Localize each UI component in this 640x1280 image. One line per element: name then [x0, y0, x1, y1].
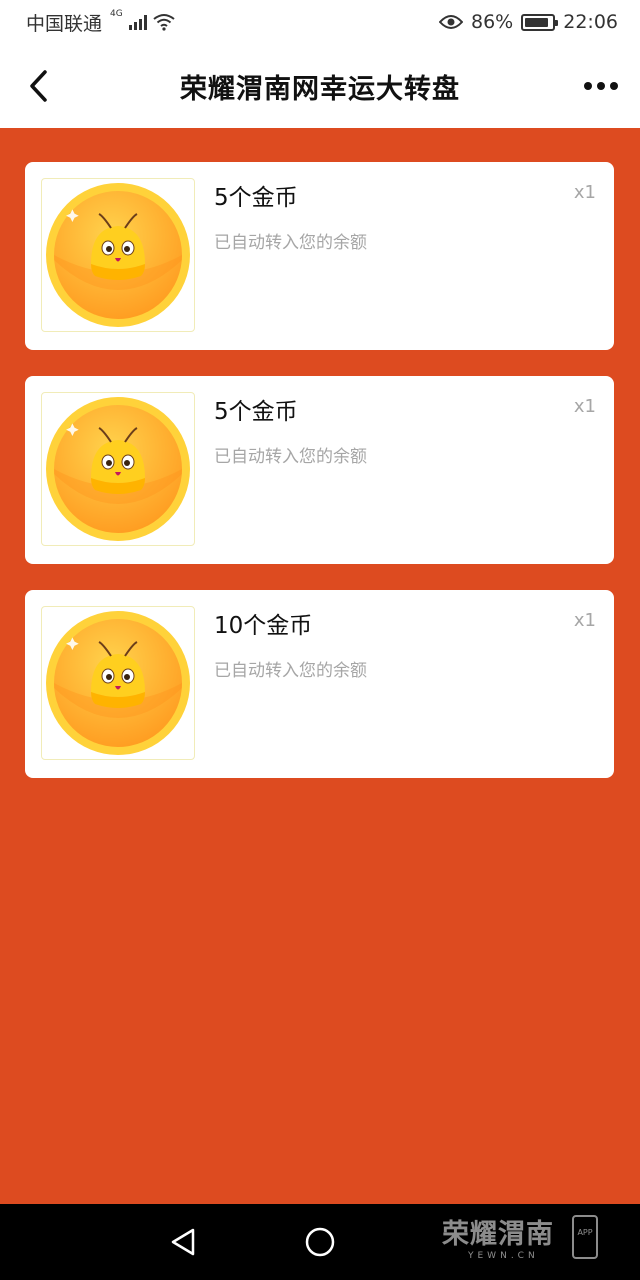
back-arrow-icon: [30, 70, 47, 102]
status-bar: 中国联通 4G 86% 22:06: [0, 0, 640, 44]
battery-percent: 86%: [471, 11, 514, 33]
prize-quantity: x1: [573, 182, 596, 203]
wifi-icon: [153, 14, 175, 31]
system-nav-bar: 荣耀渭南 YEWN.CN APP: [0, 1204, 640, 1280]
watermark-url: YEWN.CN: [468, 1251, 539, 1261]
prize-list: 5个金币 已自动转入您的余额 x1 5个金币 已自动转入您的余额 x1 10个金…: [25, 162, 614, 804]
nav-back-triangle-icon: [171, 1228, 195, 1256]
carrier-label: 中国联通: [26, 12, 103, 35]
eye-icon: [439, 15, 463, 29]
coin-thumbnail: [41, 606, 195, 760]
prize-description: 已自动转入您的余额: [214, 233, 367, 253]
watermark: 荣耀渭南 YEWN.CN APP: [442, 1212, 598, 1261]
prize-quantity: x1: [573, 610, 596, 631]
coin-thumbnail: [41, 178, 195, 332]
more-dots-icon: [584, 82, 592, 90]
coin-thumbnail: [41, 392, 195, 546]
coin-mascot-icon: [46, 397, 190, 541]
more-button[interactable]: [578, 66, 624, 106]
network-badge: 4G: [110, 9, 123, 19]
prize-description: 已自动转入您的余额: [214, 661, 367, 681]
prize-name: 10个金币: [214, 613, 313, 639]
page-title: 荣耀渭南网幸运大转盘: [180, 73, 460, 105]
coin-mascot-icon: [46, 183, 190, 327]
prize-name: 5个金币: [214, 399, 298, 425]
battery-fill: [525, 17, 548, 27]
status-left: 中国联通 4G: [26, 9, 175, 36]
status-right: 86% 22:06: [439, 11, 618, 33]
signal-icon: [128, 14, 147, 30]
watermark-app-badge: APP: [572, 1215, 598, 1259]
prize-card[interactable]: 5个金币 已自动转入您的余额 x1: [25, 162, 614, 350]
clock: 22:06: [563, 11, 618, 33]
nav-home-circle-icon: [305, 1227, 335, 1257]
coin-mascot-icon: [46, 611, 190, 755]
prize-card[interactable]: 5个金币 已自动转入您的余额 x1: [25, 376, 614, 564]
prize-description: 已自动转入您的余额: [214, 447, 367, 467]
prize-card[interactable]: 10个金币 已自动转入您的余额 x1: [25, 590, 614, 778]
battery-icon: [521, 13, 559, 31]
prize-quantity: x1: [573, 396, 596, 417]
nav-home-button[interactable]: [300, 1222, 340, 1262]
watermark-brand: 荣耀渭南: [442, 1219, 554, 1250]
back-button[interactable]: [18, 66, 58, 106]
nav-back-button[interactable]: [163, 1222, 203, 1262]
prize-name: 5个金币: [214, 185, 298, 211]
nav-bar: 荣耀渭南网幸运大转盘: [0, 44, 640, 128]
